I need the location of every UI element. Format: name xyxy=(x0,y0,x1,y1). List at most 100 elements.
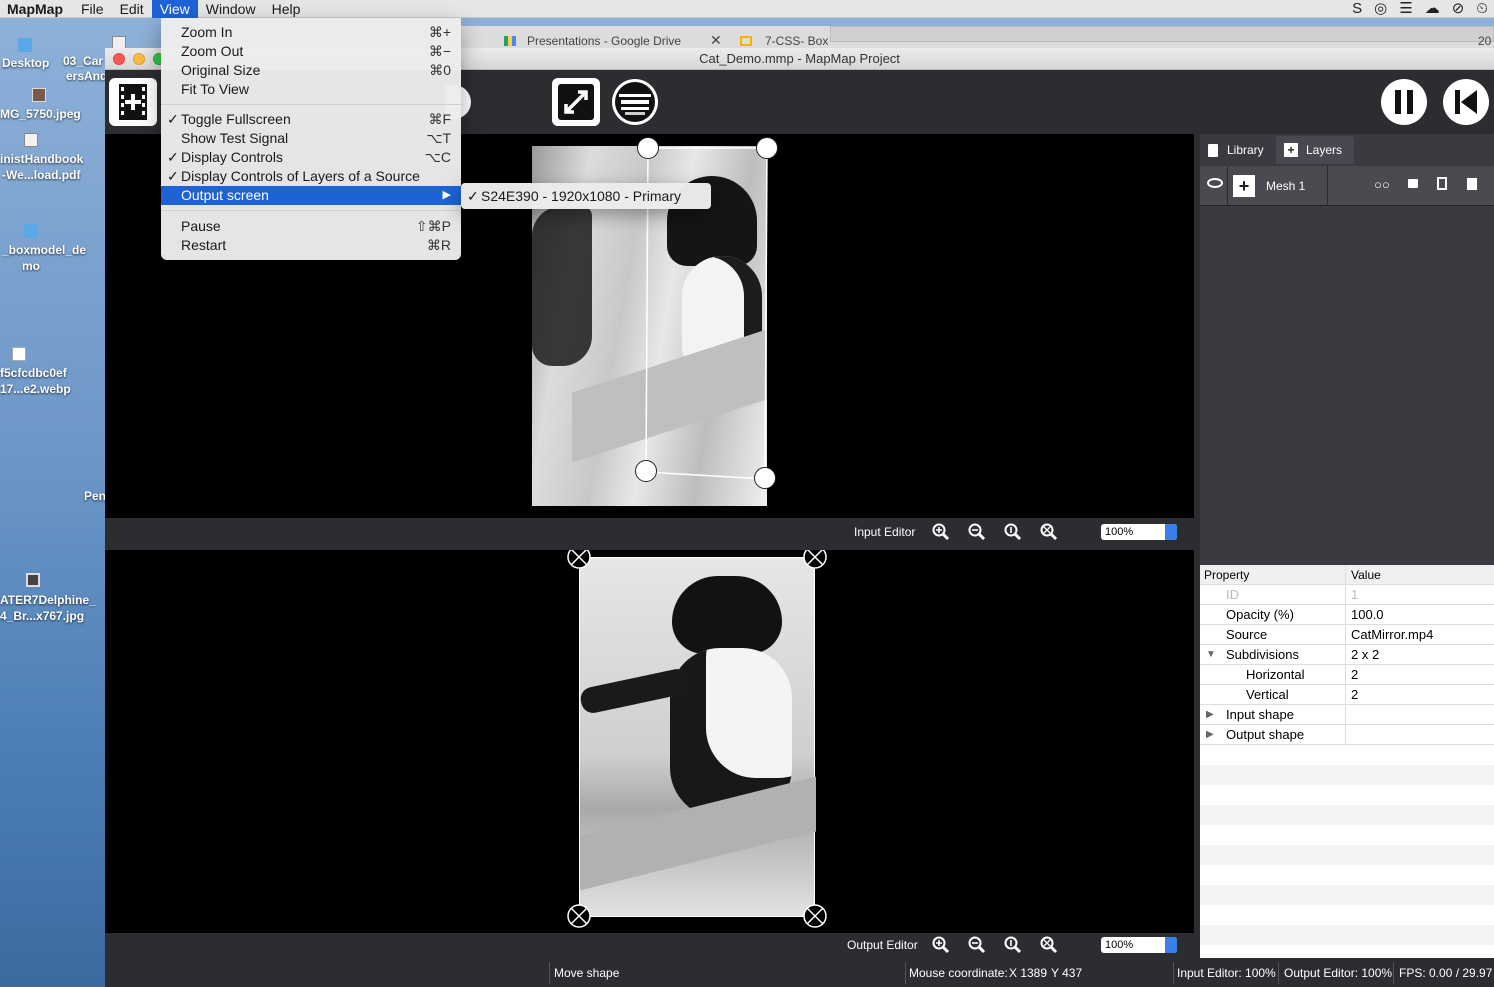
sync-icon[interactable]: S xyxy=(1352,0,1362,18)
table-row[interactable]: Vertical 2 xyxy=(1200,685,1494,705)
menu-item-restart[interactable]: Restart ⌘R xyxy=(161,236,461,255)
drive-icon[interactable]: ☰ xyxy=(1399,0,1412,18)
table-row[interactable]: Horizontal 2 xyxy=(1200,665,1494,685)
desktop-item-label[interactable]: 03_Car xyxy=(63,53,103,69)
original-size-icon[interactable] xyxy=(1004,936,1022,954)
move-handle-icon[interactable] xyxy=(635,460,657,482)
trash-icon[interactable] xyxy=(1467,178,1477,190)
menu-item-output-screen[interactable]: Output screen ▶ xyxy=(161,186,461,205)
desktop-item-label[interactable]: ATER7Delphine_ xyxy=(0,592,96,608)
desktop-item-label[interactable]: MG_5750.jpeg xyxy=(0,106,81,122)
close-icon[interactable]: ✕ xyxy=(710,32,722,49)
table-row[interactable]: ▼ Subdivisions 2 x 2 xyxy=(1200,645,1494,665)
property-value[interactable]: 100.0 xyxy=(1351,605,1384,625)
menu-view[interactable]: View xyxy=(151,0,198,18)
table-row[interactable]: ID 1 xyxy=(1200,585,1494,605)
move-handle-icon[interactable] xyxy=(637,137,659,159)
chevron-right-icon[interactable]: ▶ xyxy=(1206,705,1214,725)
solo-icon[interactable]: ○○ xyxy=(1374,177,1390,192)
eye-icon[interactable] xyxy=(1207,178,1223,188)
fit-to-view-icon[interactable] xyxy=(1040,936,1058,954)
tab-layers[interactable]: + Layers xyxy=(1276,136,1354,164)
table-row[interactable]: Opacity (%) 100.0 xyxy=(1200,605,1494,625)
property-value[interactable]: 2 x 2 xyxy=(1351,645,1379,665)
menu-help[interactable]: Help xyxy=(264,0,309,18)
image-file-icon[interactable] xyxy=(26,573,40,587)
corner-handle-icon[interactable] xyxy=(567,904,591,928)
tab-library[interactable]: Library xyxy=(1202,136,1272,164)
browser-tab[interactable]: 7-CSS- Box xyxy=(765,34,828,48)
menu-item-original-size[interactable]: Original Size ⌘0 xyxy=(161,61,461,80)
browser-tab[interactable]: Presentations - Google Drive xyxy=(527,34,681,48)
original-size-icon[interactable] xyxy=(1004,523,1022,541)
property-value[interactable]: 2 xyxy=(1351,685,1358,705)
corner-handle-icon[interactable] xyxy=(803,550,827,569)
chevron-down-icon[interactable]: ▼ xyxy=(1206,645,1216,665)
menu-item-pause[interactable]: Pause ⇧⌘P xyxy=(161,217,461,236)
minimize-window-button[interactable] xyxy=(133,53,145,65)
move-handle-icon[interactable] xyxy=(756,137,778,159)
app-menu[interactable]: MapMap xyxy=(0,1,73,17)
close-window-button[interactable] xyxy=(113,53,125,65)
folder-icon[interactable] xyxy=(18,38,32,52)
folder-icon[interactable] xyxy=(24,224,38,238)
lock-icon[interactable] xyxy=(1408,179,1418,188)
property-value[interactable]: 2 xyxy=(1351,665,1358,685)
desktop-item-label[interactable]: inistHandbook xyxy=(0,151,83,167)
menu-item-zoom-in[interactable]: Zoom In ⌘+ xyxy=(161,23,461,42)
table-row[interactable]: Source CatMirror.mp4 xyxy=(1200,625,1494,645)
cloud-icon[interactable]: ☁ xyxy=(1425,0,1440,18)
desktop-item-label[interactable]: 17...e2.webp xyxy=(0,381,71,397)
time-machine-icon[interactable]: ⏲ xyxy=(1476,0,1488,18)
property-value[interactable]: CatMirror.mp4 xyxy=(1351,625,1433,645)
divider xyxy=(549,962,550,984)
desktop-item-label[interactable]: mo xyxy=(22,258,40,274)
image-file-icon[interactable] xyxy=(32,88,46,102)
desktop-item-desktop[interactable]: Desktop xyxy=(2,55,49,71)
pause-button[interactable] xyxy=(1381,79,1427,125)
table-row[interactable]: ▶ Input shape xyxy=(1200,705,1494,725)
add-media-button[interactable] xyxy=(109,78,157,126)
desktop-item-label[interactable]: 4_Br...x767.jpg xyxy=(0,608,84,624)
layer-name[interactable]: Mesh 1 xyxy=(1266,179,1305,193)
menu-item-zoom-out[interactable]: Zoom Out ⌘− xyxy=(161,42,461,61)
test-signal-button[interactable] xyxy=(612,79,658,125)
menu-item-fit-to-view[interactable]: Fit To View xyxy=(161,80,461,99)
fullscreen-button[interactable] xyxy=(552,78,600,126)
chevron-right-icon[interactable]: ▶ xyxy=(1206,725,1214,745)
duplicate-icon[interactable] xyxy=(1437,177,1447,190)
file-icon[interactable] xyxy=(12,347,26,361)
move-handle-icon[interactable] xyxy=(754,467,776,489)
desktop-item-label[interactable]: _boxmodel_de xyxy=(2,242,86,258)
zoom-in-icon[interactable] xyxy=(932,936,950,954)
menu-window[interactable]: Window xyxy=(198,0,264,18)
cc-icon[interactable]: ◎ xyxy=(1374,0,1387,18)
menu-item-display-controls[interactable]: ✓ Display Controls ⌥C xyxy=(161,148,461,167)
layer-row[interactable]: + Mesh 1 ○○ xyxy=(1200,166,1494,206)
restart-button[interactable] xyxy=(1443,79,1489,125)
zoom-out-icon[interactable] xyxy=(968,936,986,954)
desktop-item-label[interactable]: -We...load.pdf xyxy=(2,167,80,183)
desktop-item-label[interactable]: Pen xyxy=(84,488,106,504)
menu-file[interactable]: File xyxy=(73,0,112,18)
menu-item-toggle-fullscreen[interactable]: ✓ Toggle Fullscreen ⌘F xyxy=(161,110,461,129)
menu-item-show-test-signal[interactable]: Show Test Signal ⌥T xyxy=(161,129,461,148)
corner-handle-icon[interactable] xyxy=(803,904,827,928)
zoom-out-icon[interactable] xyxy=(968,523,986,541)
property-value[interactable]: 1 xyxy=(1351,585,1358,605)
menu-edit[interactable]: Edit xyxy=(112,0,152,18)
input-zoom-select[interactable]: 100% xyxy=(1101,524,1177,540)
output-editor-canvas[interactable] xyxy=(105,550,1194,933)
menu-item-display-controls-layers[interactable]: ✓ Display Controls of Layers of a Source xyxy=(161,167,461,186)
menu-item-screen[interactable]: ✓ S24E390 - 1920x1080 - Primary xyxy=(461,183,711,209)
desktop-item-label[interactable]: ersAnd xyxy=(66,68,107,84)
pdf-file-icon[interactable] xyxy=(24,133,38,147)
fit-to-view-icon[interactable] xyxy=(1040,523,1058,541)
corner-handle-icon[interactable] xyxy=(567,550,591,569)
library-icon xyxy=(1208,144,1218,157)
output-zoom-select[interactable]: 100% xyxy=(1101,937,1177,953)
desktop-item-label[interactable]: f5cfcdbc0ef xyxy=(0,365,67,381)
block-icon[interactable]: ⊘ xyxy=(1452,0,1465,18)
table-row[interactable]: ▶ Output shape xyxy=(1200,725,1494,745)
zoom-in-icon[interactable] xyxy=(932,523,950,541)
